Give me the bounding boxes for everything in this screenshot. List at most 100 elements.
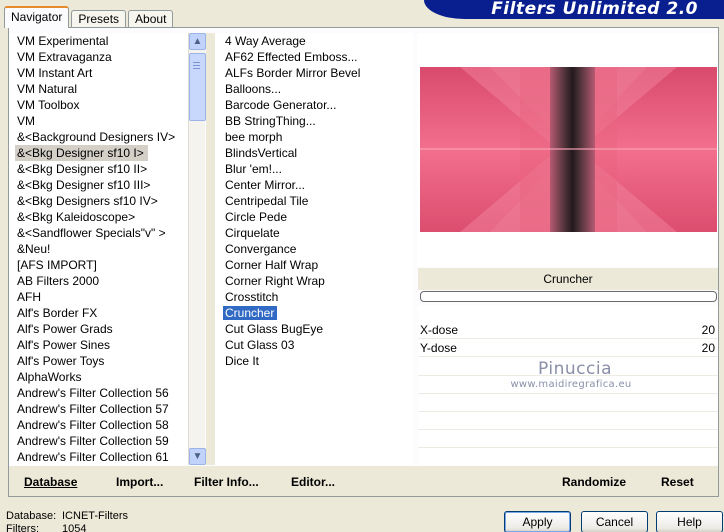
status-database-value: ICNET-Filters [62, 510, 128, 522]
category-item[interactable]: VM Natural [9, 81, 188, 97]
filter-item[interactable]: Circle Pede [215, 209, 413, 225]
watermark-name: Pinuccia [538, 359, 612, 379]
param-divider [418, 411, 718, 412]
database-label: Database [24, 475, 78, 489]
category-item[interactable]: VM [9, 113, 188, 129]
filter-item-label: Circle Pede [225, 210, 288, 224]
category-item[interactable]: Alf's Border FX [9, 305, 188, 321]
reset-button[interactable]: Reset [661, 474, 694, 490]
param-row-x-dose[interactable]: X-dose 20 [418, 321, 718, 339]
filter-item[interactable]: Dice It [215, 353, 413, 369]
status-filters-value: 1054 [62, 523, 87, 532]
filter-item[interactable]: Barcode Generator... [215, 97, 413, 113]
tab-navigator[interactable]: Navigator [4, 6, 70, 28]
cancel-button[interactable]: Cancel [581, 511, 648, 532]
category-item[interactable]: Alf's Power Toys [9, 353, 188, 369]
tab-strip: Navigator Presets About [4, 6, 175, 28]
param-label: Y-dose [420, 341, 457, 355]
category-item[interactable]: &<Background Designers IV> [9, 129, 188, 145]
category-item[interactable]: Alf's Power Grads [9, 321, 188, 337]
database-button[interactable]: Database [24, 474, 77, 490]
filter-item-label: ALFs Border Mirror Bevel [225, 66, 361, 80]
category-item[interactable]: Andrew's Filter Collection 59 [9, 433, 188, 449]
category-item[interactable]: &<Bkg Kaleidoscope> [9, 209, 188, 225]
filter-item[interactable]: Center Mirror... [215, 177, 413, 193]
filter-item[interactable]: Corner Right Wrap [215, 273, 413, 289]
filter-item-label: Convergance [225, 242, 297, 256]
filter-item-label: Dice It [225, 354, 260, 368]
filter-item-label: BlindsVertical [225, 146, 298, 160]
filter-item[interactable]: Corner Half Wrap [215, 257, 413, 273]
filter-item[interactable]: ALFs Border Mirror Bevel [215, 65, 413, 81]
filter-item-label: bee morph [225, 130, 283, 144]
filter-item[interactable]: Blur 'em!... [215, 161, 413, 177]
param-value[interactable]: 20 [702, 339, 715, 357]
filter-item[interactable]: BB StringThing... [215, 113, 413, 129]
status-database-label: Database: [6, 510, 57, 522]
import-button[interactable]: Import... [116, 474, 163, 490]
filter-item-label: AF62 Effected Emboss... [225, 50, 358, 64]
category-item[interactable]: VM Instant Art [9, 65, 188, 81]
category-item[interactable]: VM Extravaganza [9, 49, 188, 65]
category-list[interactable]: VM Experimental VM Extravaganza VM Instant… [9, 33, 188, 465]
filter-item-label: Centripedal Tile [225, 194, 309, 208]
category-item[interactable]: &<Bkg Designers sf10 IV> [9, 193, 188, 209]
editor-button[interactable]: Editor... [291, 474, 335, 490]
category-item[interactable]: AlphaWorks [9, 369, 188, 385]
randomize-button[interactable]: Randomize [562, 474, 626, 490]
filter-item[interactable]: Cut Glass BugEye [215, 321, 413, 337]
chevron-up-icon: ▲ [192, 36, 203, 47]
category-item[interactable]: &<Sandflower Specials"v" > [9, 225, 188, 241]
filter-item[interactable]: Cirquelate [215, 225, 413, 241]
param-divider [418, 447, 718, 448]
category-item[interactable]: Andrew's Filter Collection 57 [9, 401, 188, 417]
scroll-down-button[interactable]: ▼ [189, 448, 206, 465]
filter-list[interactable]: 4 Way Average AF62 Effected Emboss... ALFs… [215, 33, 413, 465]
filter-item[interactable]: bee morph [215, 129, 413, 145]
grip-icon [193, 62, 200, 69]
filter-item[interactable]: Cruncher [215, 305, 413, 321]
filter-item-label: Cruncher [223, 306, 278, 320]
filter-item[interactable]: Crosstitch [215, 289, 413, 305]
category-item[interactable]: &<Bkg Designer sf10 I> [15, 145, 148, 161]
filter-item-label: Cut Glass 03 [225, 338, 295, 352]
category-item[interactable]: Andrew's Filter Collection 56 [9, 385, 188, 401]
scroll-up-button[interactable]: ▲ [189, 33, 206, 50]
help-button[interactable]: Help [656, 511, 723, 532]
filter-item-label: BB StringThing... [225, 114, 316, 128]
filter-info-button[interactable]: Filter Info... [194, 474, 259, 490]
filter-item[interactable]: Convergance [215, 241, 413, 257]
category-item[interactable]: &<Bkg Designer sf10 III> [9, 177, 188, 193]
category-item[interactable]: AB Filters 2000 [9, 273, 188, 289]
category-scrollbar[interactable]: ▲ ▼ [188, 33, 206, 465]
filter-item-label: 4 Way Average [225, 34, 306, 48]
filter-item[interactable]: Balloons... [215, 81, 413, 97]
status-info: Database: ICNET-Filters Filters: 1054 [6, 510, 128, 532]
tab-presets[interactable]: Presets [71, 10, 127, 28]
progress-bar [420, 291, 717, 302]
filter-item[interactable]: Centripedal Tile [215, 193, 413, 209]
category-item[interactable]: AFH [9, 289, 188, 305]
filter-item-label: Barcode Generator... [225, 98, 337, 112]
param-row-y-dose[interactable]: Y-dose 20 [418, 339, 718, 357]
app-title-banner: Filters Unlimited 2.0 [424, 0, 724, 19]
list-separator [206, 33, 215, 465]
filter-item[interactable]: Cut Glass 03 [215, 337, 413, 353]
category-item[interactable]: VM Experimental [9, 33, 188, 49]
selected-filter-name: Cruncher [418, 268, 718, 290]
filter-item[interactable]: AF62 Effected Emboss... [215, 49, 413, 65]
category-item[interactable]: Alf's Power Sines [9, 337, 188, 353]
category-item[interactable]: [AFS IMPORT] [9, 257, 188, 273]
category-item[interactable]: &<Bkg Designer sf10 II> [9, 161, 188, 177]
filter-item-label: Cirquelate [225, 226, 280, 240]
filter-item[interactable]: BlindsVertical [215, 145, 413, 161]
param-value[interactable]: 20 [702, 321, 715, 339]
filter-item-label: Crosstitch [225, 290, 279, 304]
category-item[interactable]: Andrew's Filter Collection 61 [9, 449, 188, 465]
filter-item[interactable]: 4 Way Average [215, 33, 413, 49]
category-item[interactable]: &Neu! [9, 241, 188, 257]
apply-button[interactable]: Apply [504, 511, 571, 532]
category-item[interactable]: Andrew's Filter Collection 58 [9, 417, 188, 433]
category-item[interactable]: VM Toolbox [9, 97, 188, 113]
tab-about[interactable]: About [128, 10, 174, 28]
